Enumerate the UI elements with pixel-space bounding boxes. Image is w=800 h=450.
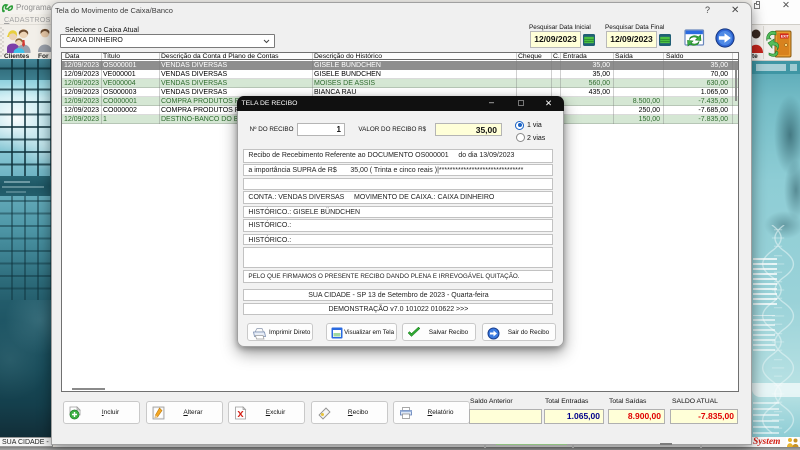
svg-text:EXIT: EXIT: [781, 35, 790, 39]
